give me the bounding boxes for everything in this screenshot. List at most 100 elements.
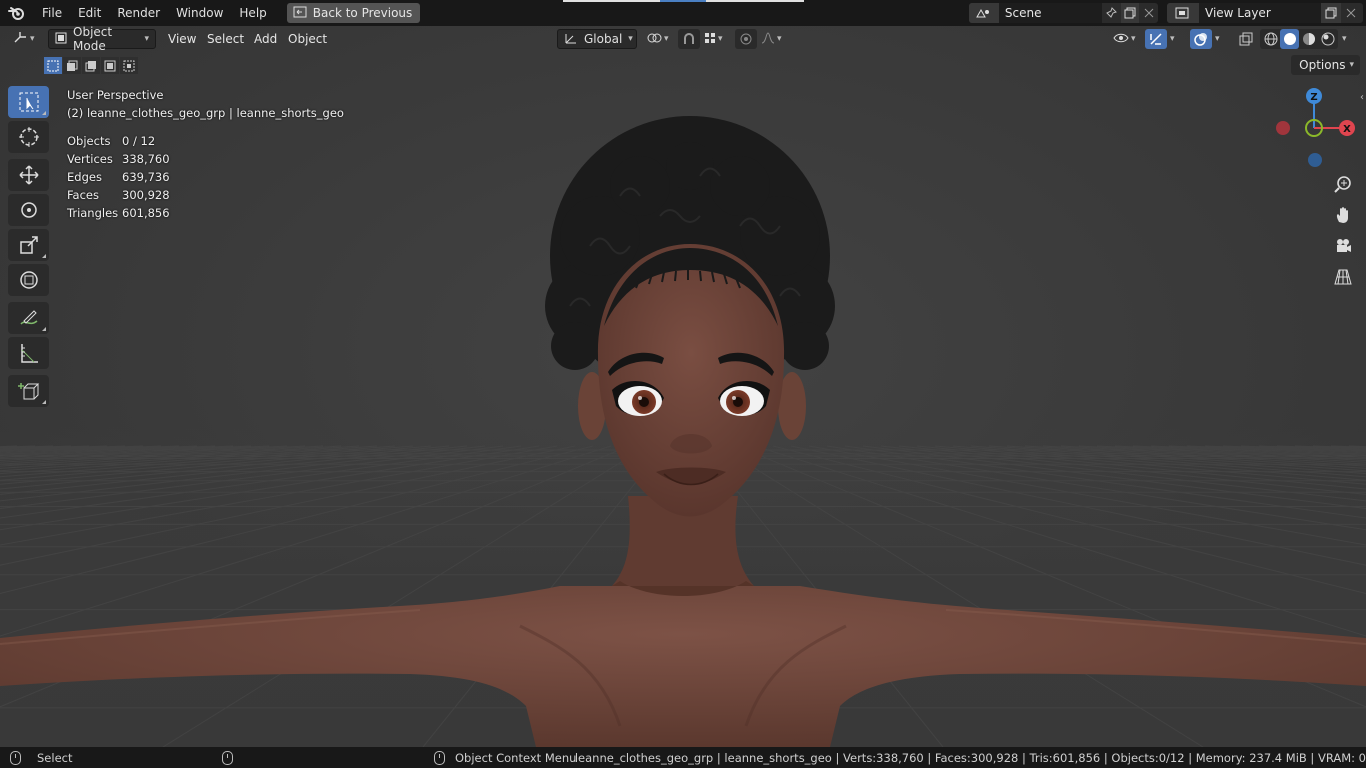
select-extend-icon[interactable] — [63, 57, 81, 74]
orientation-icon — [564, 31, 578, 48]
gizmo-toggle-icon[interactable] — [1145, 29, 1167, 49]
object-mode-icon — [55, 32, 67, 47]
x-axis-label: X — [1343, 124, 1351, 135]
wireframe-shading-icon[interactable] — [1261, 29, 1280, 49]
3d-viewport[interactable]: ▾ Object Mode ▾ View Select Add Object G… — [0, 26, 1366, 747]
stat-label: Faces — [67, 188, 99, 202]
cursor-tool[interactable] — [8, 121, 49, 153]
menu-window[interactable]: Window — [168, 0, 231, 26]
status-select-hint: Select — [10, 750, 72, 765]
perspective-toggle-icon[interactable] — [1330, 264, 1356, 290]
add-cube-tool[interactable] — [8, 375, 49, 407]
measure-tool[interactable] — [8, 337, 49, 369]
annotate-tool[interactable] — [8, 302, 49, 334]
sidebar-toggle-icon[interactable]: ‹ — [1360, 92, 1364, 103]
shading-dropdown[interactable]: ▾ — [1340, 29, 1349, 49]
scene-selector[interactable]: Scene — [969, 3, 1158, 23]
right-mouse-icon — [434, 750, 445, 765]
snap-target-dropdown[interactable]: ▾ — [701, 29, 726, 49]
editor-type-selector[interactable]: ▾ — [8, 29, 42, 49]
material-shading-icon[interactable] — [1299, 29, 1318, 49]
workspace-tabs[interactable] — [563, 0, 804, 2]
xray-toggle-icon[interactable] — [1235, 29, 1257, 49]
new-view-layer-icon[interactable] — [1321, 3, 1341, 23]
blender-logo-icon[interactable] — [0, 0, 34, 26]
viewport-header: ▾ Object Mode ▾ View Select Add Object G… — [0, 26, 1366, 53]
chevron-down-icon: ▾ — [718, 34, 723, 44]
chevron-down-icon: ▾ — [1349, 60, 1354, 70]
chevron-down-icon: ▾ — [1342, 34, 1347, 44]
menu-select[interactable]: Select — [199, 29, 252, 49]
scene-statistics: Objects 0 / 12 Vertices 338,760 Edges 639,7… — [67, 132, 170, 222]
stat-row: Edges 639,736 — [67, 168, 170, 186]
transform-orientation-dropdown[interactable]: Global ▾ — [557, 29, 637, 49]
top-bar: File Edit Render Window Help Back to Pre… — [0, 0, 1366, 26]
z-axis-label: Z — [1310, 92, 1317, 103]
stat-label: Triangles — [67, 206, 119, 220]
mode-dropdown[interactable]: Object Mode ▾ — [48, 26, 156, 53]
menu-render[interactable]: Render — [109, 0, 168, 26]
back-to-previous-button[interactable]: Back to Previous — [286, 3, 421, 23]
navigation-buttons — [1330, 171, 1356, 295]
menu-edit[interactable]: Edit — [70, 0, 109, 26]
overlays-dropdown[interactable]: ▾ — [1213, 29, 1222, 49]
menu-object[interactable]: Object — [280, 29, 335, 49]
menu-view[interactable]: View — [160, 29, 204, 49]
view-layer-name[interactable]: View Layer — [1199, 3, 1321, 23]
stat-row: Triangles 601,856 — [67, 204, 170, 222]
overlays-toggle-icon[interactable] — [1190, 29, 1212, 49]
status-middle-label: Object Context Menu — [455, 750, 577, 765]
snap-toggle-icon[interactable] — [678, 29, 700, 49]
chevron-down-icon: ▾ — [1170, 34, 1175, 44]
delete-view-layer-icon[interactable] — [1341, 3, 1361, 23]
navigation-gizmo[interactable]: Z X — [1270, 84, 1360, 174]
back-icon — [293, 6, 307, 21]
menu-file[interactable]: File — [34, 0, 70, 26]
left-mouse-icon — [10, 750, 21, 765]
scale-tool[interactable] — [8, 229, 49, 261]
options-dropdown[interactable]: Options ▾ — [1291, 55, 1360, 75]
select-new-icon[interactable] — [44, 57, 62, 74]
chevron-down-icon: ▾ — [777, 34, 782, 44]
rotate-tool[interactable] — [8, 194, 49, 226]
move-tool[interactable] — [8, 159, 49, 191]
stat-label: Edges — [67, 170, 102, 184]
rendered-shading-icon[interactable] — [1318, 29, 1337, 49]
scene-stats-status: leanne_clothes_geo_grp | leanne_shorts_g… — [574, 750, 1366, 765]
select-box-tool[interactable] — [8, 86, 49, 118]
scene-name[interactable]: Scene — [998, 3, 1102, 23]
options-label: Options — [1299, 58, 1346, 72]
proportional-editing-icon[interactable] — [735, 29, 757, 49]
select-intersect-icon[interactable] — [120, 57, 138, 74]
stat-label: Objects — [67, 134, 111, 148]
solid-shading-icon[interactable] — [1280, 29, 1299, 49]
pivot-point-dropdown[interactable]: ▾ — [643, 29, 672, 49]
neg-z-axis-icon[interactable] — [1308, 153, 1322, 167]
visibility-dropdown[interactable]: ▾ — [1110, 29, 1139, 49]
pin-icon[interactable] — [1102, 3, 1121, 23]
transform-tool[interactable] — [8, 264, 49, 296]
status-context-hint: Object Context Menu — [434, 750, 577, 765]
pan-hand-icon[interactable] — [1330, 202, 1356, 228]
chevron-down-icon: ▾ — [30, 34, 35, 44]
falloff-dropdown[interactable]: ▾ — [758, 29, 785, 49]
stat-value: 0 / 12 — [122, 134, 156, 148]
view-layer-icon — [1167, 3, 1199, 23]
view-layer-selector[interactable]: View Layer — [1167, 3, 1363, 23]
camera-view-icon[interactable] — [1330, 233, 1356, 259]
new-scene-icon[interactable] — [1120, 3, 1140, 23]
neg-x-axis-icon[interactable] — [1276, 121, 1290, 135]
viewport-info: User Perspective (2) leanne_clothes_geo_… — [67, 86, 344, 122]
delete-scene-icon[interactable] — [1139, 3, 1158, 23]
mode-label: Object Mode — [73, 26, 113, 53]
zoom-icon[interactable] — [1330, 171, 1356, 197]
scene-icon — [969, 3, 999, 23]
select-invert-icon[interactable] — [101, 57, 119, 74]
3d-view-icon — [12, 31, 28, 48]
select-subtract-icon[interactable] — [82, 57, 100, 74]
stat-value: 300,928 — [122, 188, 170, 202]
status-bar: Select Object Context Menu leanne_clothe… — [0, 747, 1366, 768]
menu-help[interactable]: Help — [231, 0, 274, 26]
stat-row: Vertices 338,760 — [67, 150, 170, 168]
gizmo-dropdown[interactable]: ▾ — [1168, 29, 1177, 49]
